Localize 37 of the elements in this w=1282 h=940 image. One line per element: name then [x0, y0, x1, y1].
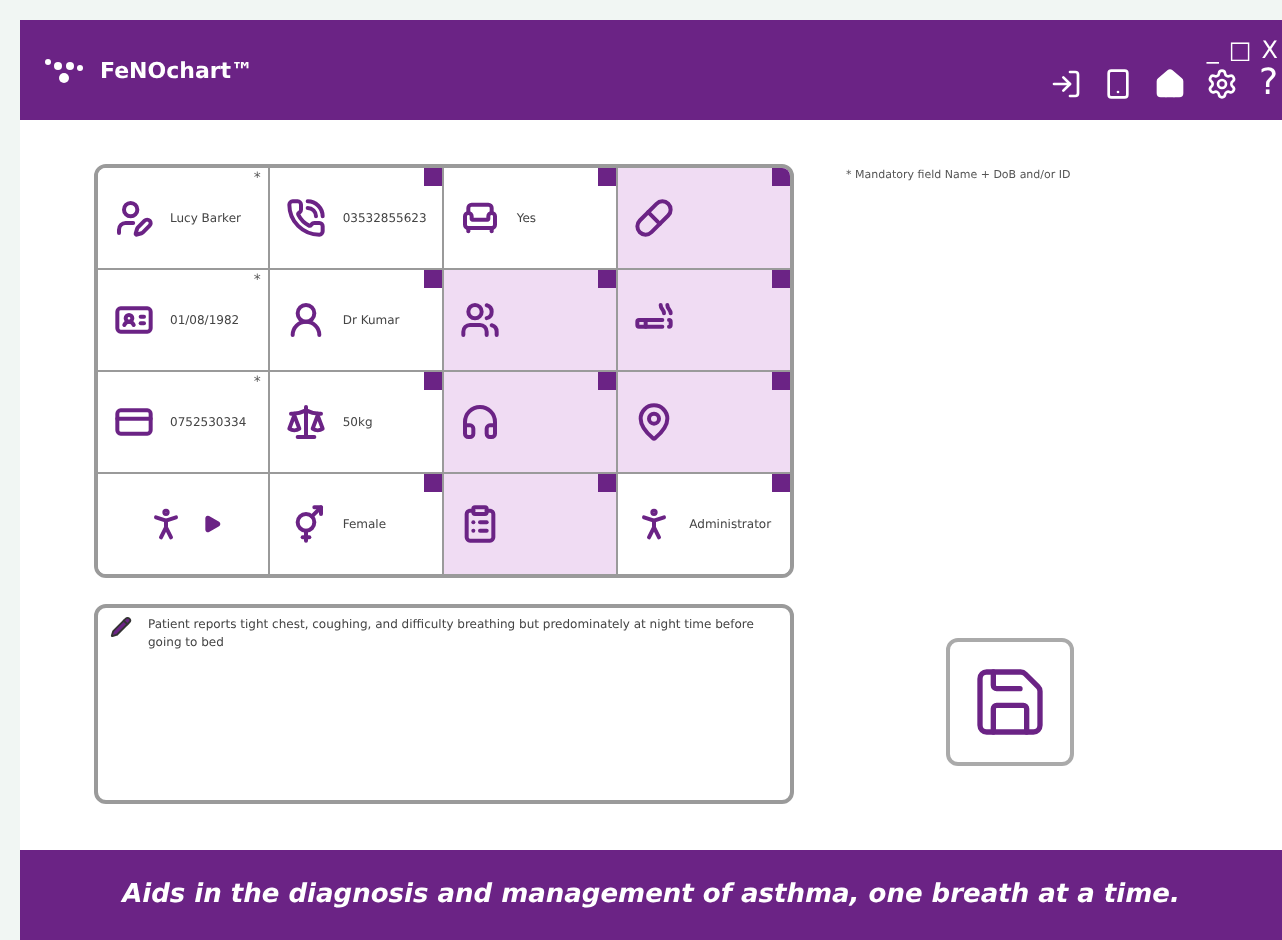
card-icon	[114, 402, 154, 442]
pill-icon	[633, 198, 674, 238]
home-icon[interactable]	[1154, 68, 1187, 100]
person-icon	[286, 300, 327, 340]
settings-icon[interactable]	[1206, 68, 1239, 100]
people-icon	[460, 300, 501, 340]
window-title: FeNOchart™	[100, 57, 254, 83]
clear-icon[interactable]	[597, 270, 616, 288]
phone-icon[interactable]	[1102, 68, 1135, 100]
seat-icon	[460, 198, 501, 238]
headphones-icon	[460, 402, 501, 442]
phone-icon	[286, 198, 327, 238]
id-card-icon	[114, 300, 154, 340]
field-tile[interactable]	[444, 270, 618, 372]
clear-icon[interactable]	[597, 372, 616, 390]
clear-icon[interactable]	[597, 474, 616, 492]
save-button[interactable]	[946, 638, 1074, 766]
help-button[interactable]: ?	[1258, 66, 1278, 102]
field-tile[interactable]	[617, 270, 790, 372]
scale-icon	[286, 402, 327, 442]
field-tile[interactable]	[617, 168, 790, 270]
play-icon[interactable]	[201, 514, 222, 534]
field-tile[interactable]	[98, 474, 271, 574]
pen-icon	[110, 616, 132, 638]
person-pen-icon	[114, 198, 154, 238]
clear-icon[interactable]	[597, 168, 616, 186]
sign-in-icon[interactable]	[1050, 68, 1083, 100]
window-control[interactable]: □	[1228, 38, 1252, 62]
window-control[interactable]: X	[1261, 38, 1278, 62]
field-tile[interactable]	[444, 372, 618, 474]
field-tile[interactable]	[617, 372, 790, 474]
clipboard-icon	[460, 504, 501, 544]
logo-icon	[44, 56, 84, 84]
field-tile[interactable]	[444, 474, 618, 574]
slogan: Aids in the diagnosis and management of asthma, one breath at a time.	[122, 880, 1180, 910]
map-pin-icon	[633, 402, 674, 442]
window-control[interactable]: _	[1206, 38, 1219, 62]
